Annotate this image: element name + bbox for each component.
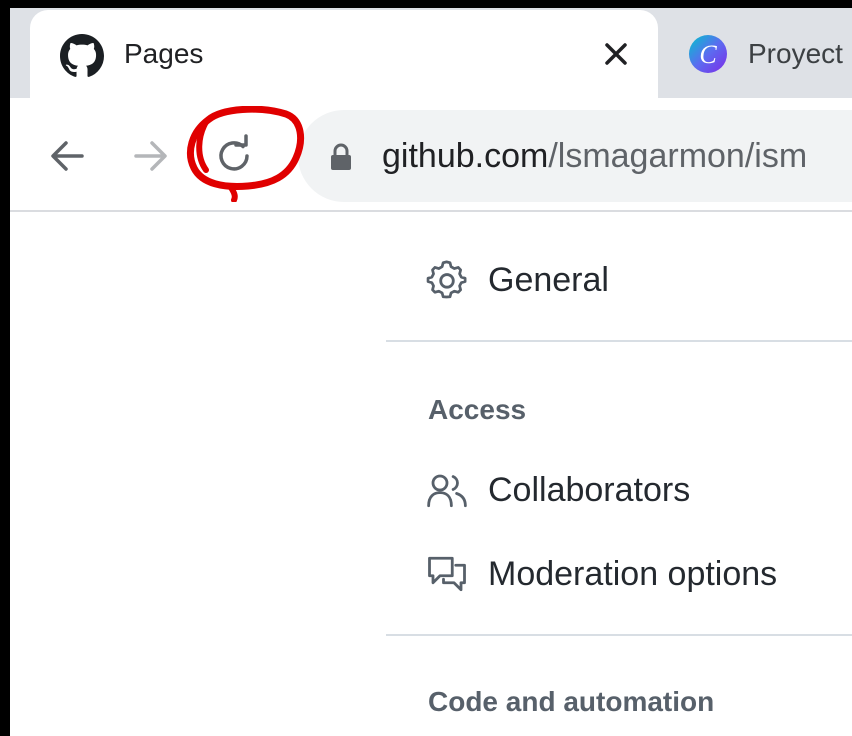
menu-item-general[interactable]: General xyxy=(426,252,609,308)
reload-icon[interactable] xyxy=(210,132,258,180)
section-heading-access: Access xyxy=(428,394,527,425)
github-icon xyxy=(60,34,104,77)
tab-pages[interactable]: Pages xyxy=(30,10,658,100)
back-arrow-icon[interactable] xyxy=(44,132,92,180)
canva-icon: C xyxy=(689,35,727,73)
forward-arrow-icon[interactable] xyxy=(126,132,174,180)
url-domain: github.com xyxy=(382,137,549,175)
menu-item-label: Moderation options xyxy=(488,554,778,593)
divider xyxy=(386,340,852,342)
tab-title: Proyect xyxy=(748,38,843,69)
address-bar[interactable]: github.com/lsmagarmon/ism xyxy=(298,110,852,202)
comment-discussion-icon xyxy=(428,556,466,592)
divider xyxy=(386,634,852,636)
tab-title: Pages xyxy=(124,38,204,69)
url-text[interactable]: github.com/lsmagarmon/ism xyxy=(382,134,807,178)
menu-item-moderation-options[interactable]: Moderation options xyxy=(426,546,777,602)
lock-icon[interactable] xyxy=(328,142,354,172)
browser-toolbar: github.com/lsmagarmon/ism xyxy=(10,98,852,212)
people-icon xyxy=(427,474,467,508)
tab-strip: Pages C Proyect xyxy=(10,8,852,100)
menu-item-label: Collaborators xyxy=(488,470,691,509)
browser-window: Pages C Proyect github.com/lsmagarmon/is… xyxy=(10,8,852,736)
settings-page: General Access Collaborators Moderation … xyxy=(10,212,852,736)
url-path: /lsmagarmon/ism xyxy=(548,137,808,175)
section-heading-code-and-automation: Code and automation xyxy=(428,686,715,717)
menu-item-collaborators[interactable]: Collaborators xyxy=(426,462,690,518)
close-icon[interactable] xyxy=(600,38,632,70)
svg-text:C: C xyxy=(699,40,717,69)
gear-icon xyxy=(426,260,467,299)
menu-item-label: General xyxy=(488,260,609,299)
tab-proyect[interactable]: C Proyect xyxy=(670,10,852,98)
